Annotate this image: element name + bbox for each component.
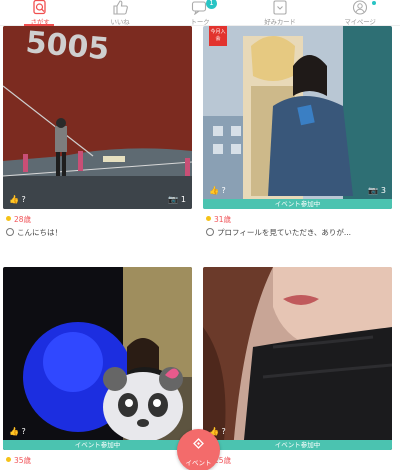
message-icon	[206, 228, 214, 236]
online-status-dot	[206, 216, 211, 221]
age-label: 31歳	[206, 214, 231, 225]
event-participating-bar: イベント参加中	[3, 440, 192, 450]
tab-talk-label: トーク	[190, 18, 210, 26]
online-status-dot	[6, 457, 11, 462]
notification-dot	[372, 1, 376, 5]
profile-photo[interactable]: 今月入会 👍 ? 📷 3 イベント参加中	[203, 26, 392, 209]
thumbs-up-icon	[113, 0, 128, 15]
profile-photo[interactable]: 5005 👍 ? 📷 1	[3, 26, 192, 209]
profile-card[interactable]: 👍 ? イベント参加中 25歳	[203, 267, 392, 470]
tab-likes-label: いいね	[110, 18, 130, 26]
profile-photo[interactable]: 👍 ? イベント参加中	[203, 267, 392, 450]
profile-message: こんにちは！	[6, 227, 62, 238]
photo-count: 📷 3	[368, 186, 386, 195]
likes-count: 👍 ?	[209, 186, 226, 195]
profile-card[interactable]: 5005 👍 ? 📷 1 28歳 こんにちは！	[3, 26, 192, 241]
tab-favorite-cards-label: 好みカード	[264, 18, 296, 26]
tab-favorite-cards[interactable]: 好みカード	[240, 0, 320, 26]
profile-card[interactable]: 今月入会 👍 ? 📷 3 イベント参加中 31歳 プロフィールを見ていただき、あ…	[203, 26, 392, 241]
profile-message: プロフィールを見ていただき、ありが...	[206, 227, 351, 238]
message-icon	[6, 228, 14, 236]
likes-count: 👍 ?	[9, 195, 26, 204]
tab-talk[interactable]: 1 トーク	[160, 0, 240, 26]
tab-mypage-label: マイページ	[344, 18, 376, 26]
unread-badge: 1	[206, 0, 217, 9]
tab-search[interactable]: さがす	[0, 0, 80, 26]
search-icon	[33, 0, 46, 15]
age-label: 35歳	[6, 455, 31, 466]
event-button[interactable]: イベント	[177, 429, 220, 470]
tab-mypage[interactable]: マイページ	[320, 0, 400, 26]
top-navigation: さがす いいね 1 トーク 好みカード マイページ	[0, 0, 400, 26]
online-status-dot	[6, 216, 11, 221]
tab-likes[interactable]: いいね	[80, 0, 160, 26]
new-member-badge: 今月入会	[209, 26, 227, 46]
user-icon	[352, 0, 368, 15]
active-tab-indicator	[24, 24, 54, 26]
event-heart-icon	[193, 438, 204, 449]
card-icon	[273, 0, 287, 15]
likes-count: 👍 ?	[9, 427, 26, 436]
event-participating-bar: イベント参加中	[203, 199, 392, 209]
profile-photo[interactable]: 👍 ? イベント参加中	[3, 267, 192, 450]
age-label: 28歳	[6, 214, 31, 225]
svg-text:5005: 5005	[24, 26, 110, 67]
event-participating-bar: イベント参加中	[203, 440, 392, 450]
event-button-label: イベント	[185, 459, 212, 467]
profile-card[interactable]: 👍 ? イベント参加中 35歳	[3, 267, 192, 470]
photo-count: 📷 1	[168, 195, 186, 204]
